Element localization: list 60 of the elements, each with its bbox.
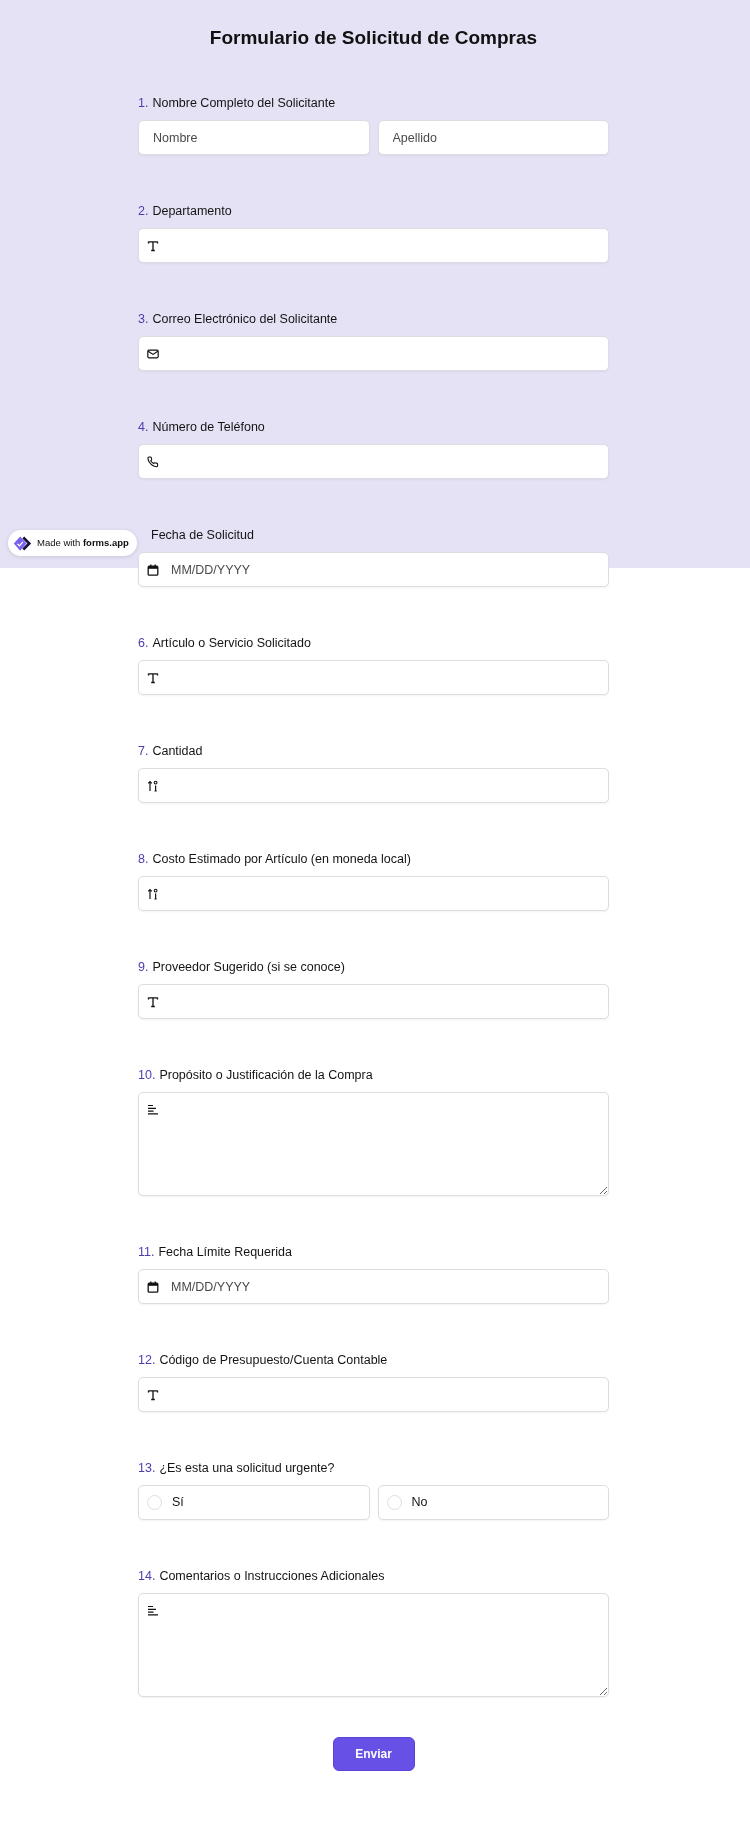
radio-option[interactable]: No: [377, 1485, 609, 1520]
question-label: Proveedor Sugerido (si se conoce): [152, 959, 345, 975]
number-icon: [147, 779, 159, 792]
calendar-icon: [147, 563, 159, 576]
text-icon: [147, 1388, 159, 1401]
question-label: Fecha Límite Requerida: [158, 1244, 292, 1260]
question-number: 10.: [138, 1067, 156, 1083]
input-field[interactable]: [138, 876, 609, 911]
submit-button[interactable]: Enviar: [332, 1737, 415, 1771]
question-label: Departamento: [152, 203, 232, 219]
number-icon: [147, 887, 159, 900]
question-label: Fecha de Solicitud: [151, 527, 254, 543]
question-label: Nombre Completo del Solicitante: [152, 95, 336, 111]
date-field[interactable]: MM/DD/YYYY: [138, 1269, 609, 1304]
question-label: ¿Es esta una solicitud urgente?: [159, 1460, 335, 1476]
input-field[interactable]: [138, 444, 609, 479]
date-field[interactable]: MM/DD/YYYY: [138, 552, 609, 587]
question-label: Costo Estimado por Artículo (en moneda local): [152, 851, 411, 867]
input-field[interactable]: [138, 336, 609, 371]
question-number: 13.: [138, 1460, 156, 1476]
question-label: Cantidad: [152, 743, 203, 759]
question-number: 4.: [138, 419, 149, 435]
question-number: 7.: [138, 743, 149, 759]
question-label: Artículo o Servicio Solicitado: [152, 635, 311, 651]
paragraph-icon: [147, 1104, 159, 1116]
text-icon: [147, 995, 159, 1008]
question-number: 9.: [138, 959, 149, 975]
question-number: 3.: [138, 311, 149, 327]
question-label: Código de Presupuesto/Cuenta Contable: [159, 1352, 388, 1368]
question-number: 6.: [138, 635, 149, 651]
text-icon: [147, 239, 159, 252]
radio-button[interactable]: [147, 1495, 162, 1510]
question-label: Comentarios o Instrucciones Adicionales: [159, 1568, 385, 1584]
envelope-icon: [147, 347, 159, 360]
text-icon: [147, 671, 159, 684]
input-field[interactable]: Nombre: [138, 120, 370, 155]
input-field[interactable]: [138, 768, 609, 803]
textarea-field[interactable]: [138, 1593, 609, 1697]
form-title: Formulario de Solicitud de Compras: [208, 26, 539, 50]
input-field[interactable]: [138, 228, 609, 263]
question-number: 8.: [138, 851, 149, 867]
question-label: Número de Teléfono: [152, 419, 265, 435]
question-number: 2.: [138, 203, 149, 219]
input-field[interactable]: [138, 1377, 609, 1412]
question-number: 11.: [138, 1244, 155, 1260]
input-field[interactable]: Apellido: [377, 120, 609, 155]
phone-icon: [147, 455, 159, 468]
paragraph-icon: [147, 1605, 159, 1617]
question-label: Propósito o Justificación de la Compra: [159, 1067, 373, 1083]
question-number: 14.: [138, 1568, 156, 1584]
question-number: 12.: [138, 1352, 156, 1368]
radio-button[interactable]: [386, 1495, 402, 1510]
input-field[interactable]: [138, 660, 609, 695]
question-number: 1.: [138, 95, 149, 111]
radio-option[interactable]: Sí: [138, 1485, 370, 1520]
input-field[interactable]: [138, 984, 609, 1019]
question-label: Correo Electrónico del Solicitante: [152, 311, 338, 327]
calendar-icon: [147, 1280, 159, 1293]
textarea-field[interactable]: [138, 1092, 609, 1196]
made-with-badge[interactable]: Made with forms.app: [8, 530, 137, 556]
